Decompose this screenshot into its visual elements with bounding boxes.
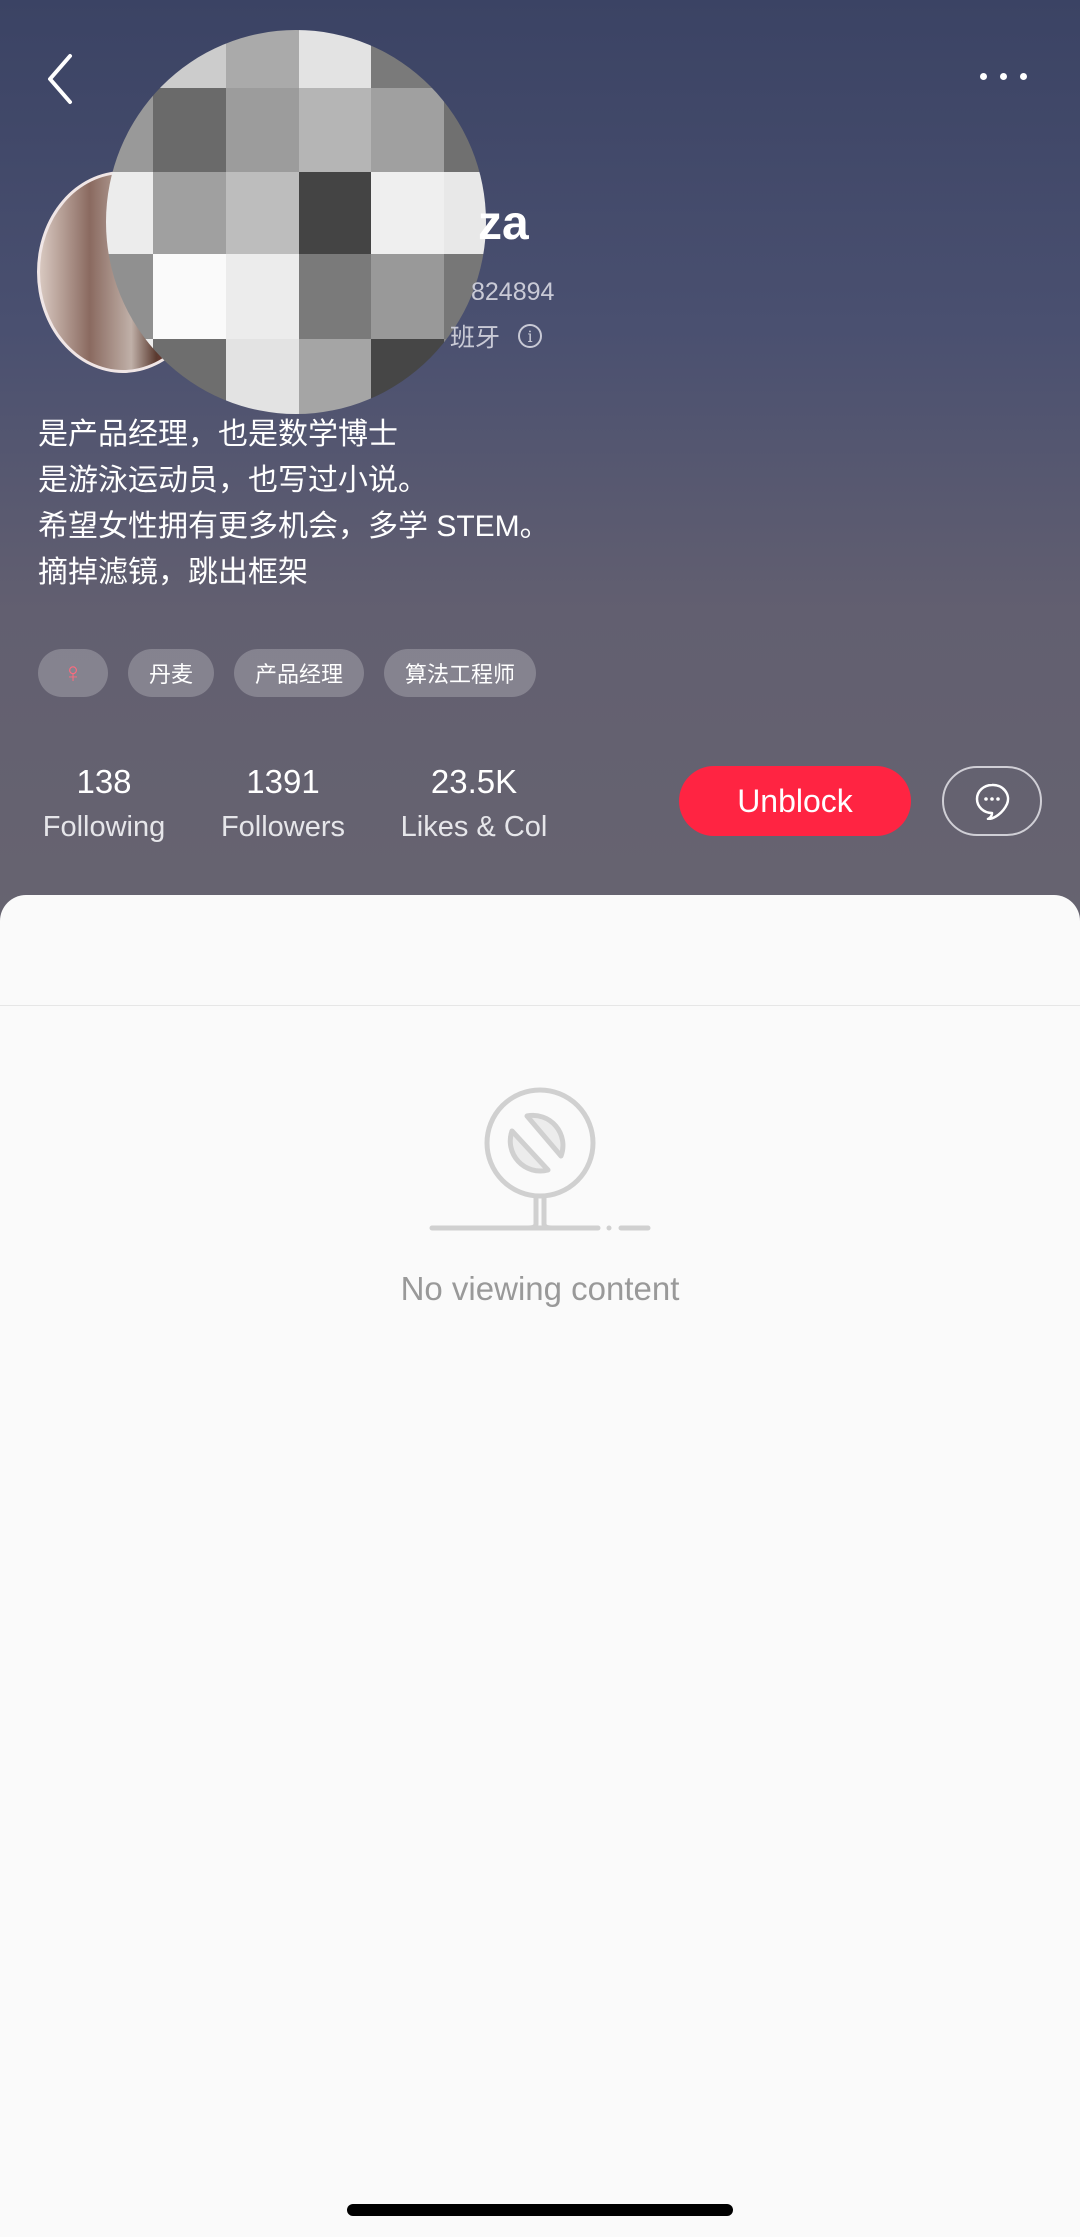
mosaic-cell — [371, 254, 444, 339]
stat-following[interactable]: 138 Following — [43, 762, 166, 852]
mosaic-cell — [153, 88, 226, 172]
divider — [0, 1005, 1080, 1006]
bio-line: 希望女性拥有更多机会，多学 STEM。 — [38, 510, 550, 543]
mosaic-cell — [153, 254, 226, 339]
mosaic-cell — [106, 172, 153, 254]
stat-label: Followers — [220, 811, 346, 843]
mosaic-cell — [106, 30, 153, 88]
chat-button[interactable] — [942, 766, 1042, 836]
bio-line: 是产品经理，也是数学博士 — [38, 418, 398, 451]
stat-label: Following — [42, 811, 166, 843]
mosaic-cell — [226, 254, 299, 339]
mosaic-cell — [226, 172, 299, 254]
stat-value: 23.5K — [430, 763, 518, 800]
mosaic-cell — [226, 339, 299, 414]
mosaic-cell — [371, 339, 444, 414]
bio-line: 是游泳运动员，也写过小说。 — [38, 464, 428, 497]
mosaic-cell — [444, 88, 486, 172]
mosaic-cell — [299, 88, 371, 172]
chat-bubble-icon — [975, 783, 1010, 820]
gender-tag-female-icon: ♀ — [38, 649, 108, 697]
mosaic-cell — [371, 30, 444, 88]
mosaic-cell — [153, 339, 226, 414]
mosaic-cell — [153, 172, 226, 254]
tag-list: ♀ 丹麦 产品经理 算法工程师 — [38, 649, 537, 697]
stat-label: Likes & Col — [400, 811, 548, 843]
more-options-icon[interactable] — [980, 64, 1040, 88]
mosaic-cell — [299, 30, 371, 88]
bio: 是产品经理，也是数学博士 是游泳运动员，也写过小说。 希望女性拥有更多机会，多学… — [38, 412, 550, 596]
tag-profession: 产品经理 — [234, 649, 365, 697]
location-text: 班牙 — [450, 324, 501, 352]
bio-line: 摘掉滤镜，跳出框架 — [38, 556, 308, 589]
mosaic-cell — [299, 254, 371, 339]
mosaic-cell — [299, 339, 371, 414]
mosaic-cell — [153, 30, 226, 88]
mosaic-cell — [106, 339, 153, 414]
mosaic-cell — [299, 172, 371, 254]
mosaic-cell — [371, 88, 444, 172]
tag-location: 丹麦 — [128, 649, 215, 697]
user-location: 班牙 i — [450, 318, 543, 354]
home-indicator[interactable] — [347, 2204, 733, 2216]
tag-profession: 算法工程师 — [384, 649, 537, 697]
stat-value: 1391 — [246, 763, 320, 800]
empty-state-text: No viewing content — [400, 1270, 680, 1307]
mosaic-cell — [226, 30, 299, 88]
mosaic-cell — [371, 172, 444, 254]
stat-followers[interactable]: 1391 Followers — [221, 762, 345, 852]
mosaic-cell — [444, 30, 486, 88]
mosaic-cell — [106, 254, 153, 339]
stat-value: 138 — [76, 763, 132, 800]
blocked-sign-icon — [429, 1087, 651, 1231]
mosaic-cell — [226, 88, 299, 172]
user-id: 824894 — [471, 278, 555, 306]
unblock-button[interactable]: Unblock — [679, 766, 911, 836]
stat-likes-collections[interactable]: 23.5K Likes & Col — [401, 762, 548, 852]
mosaic-censor — [106, 30, 486, 414]
info-icon[interactable]: i — [518, 324, 543, 348]
mosaic-cell — [106, 88, 153, 172]
user-name: za — [478, 197, 529, 250]
